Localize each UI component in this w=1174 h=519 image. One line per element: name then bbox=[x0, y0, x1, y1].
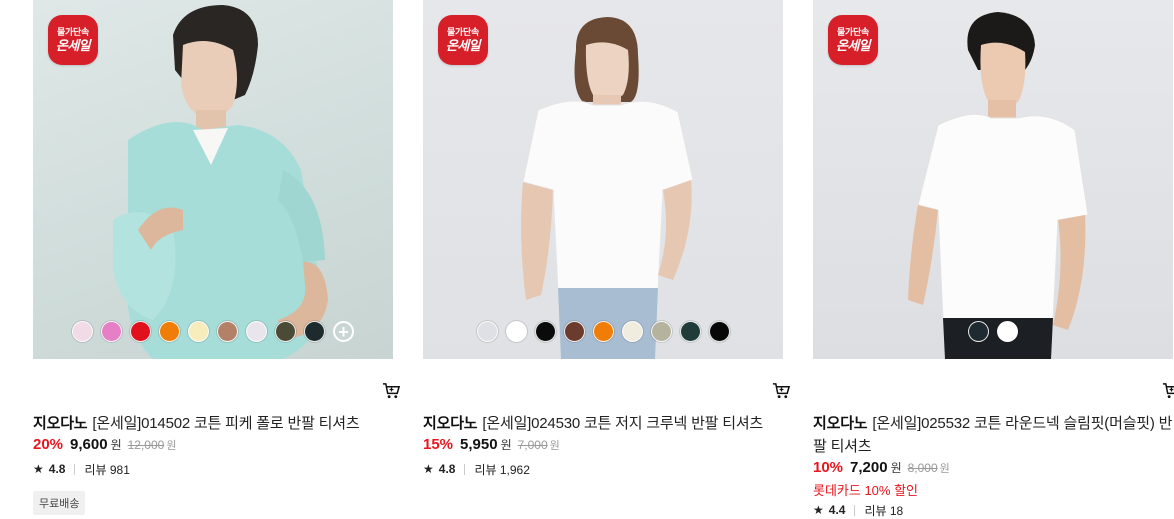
review-count: 리뷰 981 bbox=[84, 462, 130, 477]
badge-line2: 온세일 bbox=[55, 38, 91, 53]
free-shipping-tag: 무료배송 bbox=[33, 491, 86, 515]
rating-row: ★ 4.8 리뷰 981 bbox=[33, 461, 393, 477]
divider bbox=[74, 463, 76, 475]
product-image[interactable]: 물가단속 온세일 bbox=[423, 0, 783, 359]
color-swatch[interactable] bbox=[217, 321, 238, 342]
color-swatch[interactable] bbox=[968, 321, 989, 342]
color-swatch[interactable] bbox=[621, 321, 643, 342]
color-swatch[interactable] bbox=[72, 321, 93, 342]
currency-unit: 원 bbox=[500, 438, 512, 452]
review-count: 리뷰 1,962 bbox=[474, 462, 530, 477]
cart-icon[interactable] bbox=[772, 381, 791, 400]
color-swatch[interactable] bbox=[246, 321, 267, 342]
badge-line1: 물가단속 bbox=[57, 27, 89, 37]
product-title[interactable]: 지오다노 [온세일]025532 코튼 라운드넥 슬림핏(머슬핏) 반팔 티셔츠 bbox=[813, 412, 1173, 458]
original-price: 7,000 bbox=[517, 438, 548, 452]
sale-price: 7,200 bbox=[850, 459, 888, 476]
product-image[interactable]: 물가단속 온세일 + bbox=[33, 0, 393, 359]
color-swatch[interactable] bbox=[188, 321, 209, 342]
color-swatch[interactable] bbox=[159, 321, 180, 342]
color-swatch[interactable] bbox=[101, 321, 122, 342]
color-swatches bbox=[423, 321, 783, 342]
divider bbox=[854, 504, 856, 516]
onsale-badge: 물가단속 온세일 bbox=[48, 15, 98, 65]
color-swatch[interactable] bbox=[708, 321, 730, 342]
price-row: 20% 9,600 원 12,000 원 bbox=[33, 436, 393, 458]
color-swatch[interactable] bbox=[275, 321, 296, 342]
product-title[interactable]: 지오다노 [온세일]014502 코튼 피케 폴로 반팔 티셔츠 bbox=[33, 412, 393, 435]
color-swatch[interactable] bbox=[304, 321, 325, 342]
rating-row: ★ 4.4 리뷰 18 bbox=[813, 502, 1173, 518]
product-card[interactable]: 물가단속 온세일 지오다노 [온세일]024530 코튼 저지 크루넥 반팔 티셔… bbox=[423, 0, 791, 477]
sale-price: 9,600 bbox=[70, 436, 108, 453]
product-title[interactable]: 지오다노 [온세일]024530 코튼 저지 크루넥 반팔 티셔츠 bbox=[423, 412, 783, 435]
color-swatches bbox=[813, 321, 1173, 342]
color-swatch[interactable] bbox=[130, 321, 151, 342]
discount-rate: 10% bbox=[813, 459, 844, 476]
discount-rate: 15% bbox=[423, 436, 454, 453]
badge-line1: 물가단속 bbox=[447, 27, 479, 37]
original-price: 8,000 bbox=[907, 461, 938, 475]
star-icon: ★ bbox=[813, 503, 824, 517]
color-swatch[interactable] bbox=[679, 321, 701, 342]
discount-rate: 20% bbox=[33, 436, 64, 453]
price-row: 15% 5,950 원 7,000 원 bbox=[423, 436, 783, 458]
badge-line2: 온세일 bbox=[835, 38, 871, 53]
original-price: 12,000 bbox=[127, 438, 165, 452]
rating-score: 4.4 bbox=[828, 503, 846, 517]
star-icon: ★ bbox=[423, 462, 434, 476]
product-image[interactable]: 물가단속 온세일 bbox=[813, 0, 1173, 359]
sale-price: 5,950 bbox=[460, 436, 498, 453]
color-swatches: + bbox=[33, 321, 393, 342]
product-card[interactable]: 물가단속 온세일 + 지오다노 [온세일]014502 코튼 피케 폴로 반팔 티… bbox=[33, 0, 401, 515]
brand-name: 지오다노 bbox=[813, 415, 868, 432]
rating-score: 4.8 bbox=[438, 462, 456, 476]
review-count: 리뷰 18 bbox=[864, 503, 904, 518]
color-swatch[interactable] bbox=[534, 321, 556, 342]
product-name: [온세일]014502 코튼 피케 폴로 반팔 티셔츠 bbox=[92, 415, 360, 432]
onsale-badge: 물가단속 온세일 bbox=[828, 15, 878, 65]
color-swatch[interactable] bbox=[592, 321, 614, 342]
rating-row: ★ 4.8 리뷰 1,962 bbox=[423, 461, 783, 477]
currency-unit: 원 bbox=[939, 463, 950, 475]
card-discount-promo: 롯데카드 10% 할인 bbox=[813, 483, 919, 498]
badge-line2: 온세일 bbox=[445, 38, 481, 53]
color-swatch[interactable] bbox=[997, 321, 1018, 342]
rating-score: 4.8 bbox=[48, 462, 66, 476]
currency-unit: 원 bbox=[110, 438, 122, 452]
color-swatch[interactable] bbox=[563, 321, 585, 342]
brand-name: 지오다노 bbox=[33, 415, 88, 432]
product-card[interactable]: 물가단속 온세일 지오다노 [온세일]025532 코튼 라운드넥 슬림핏(머슬핏… bbox=[813, 0, 1174, 518]
color-swatch[interactable] bbox=[476, 321, 498, 342]
color-swatch[interactable] bbox=[505, 321, 527, 342]
currency-unit: 원 bbox=[166, 440, 177, 452]
cart-icon[interactable] bbox=[1162, 381, 1174, 400]
color-swatch[interactable] bbox=[650, 321, 672, 342]
product-name: [온세일]024530 코튼 저지 크루넥 반팔 티셔츠 bbox=[482, 415, 764, 432]
plus-circle-icon[interactable]: + bbox=[333, 321, 354, 342]
brand-name: 지오다노 bbox=[423, 415, 478, 432]
divider bbox=[464, 463, 466, 475]
onsale-badge: 물가단속 온세일 bbox=[438, 15, 488, 65]
currency-unit: 원 bbox=[890, 461, 902, 475]
cart-icon[interactable] bbox=[382, 381, 401, 400]
currency-unit: 원 bbox=[549, 440, 560, 452]
price-row: 10% 7,200 원 8,000 원 bbox=[813, 459, 1173, 481]
badge-line1: 물가단속 bbox=[837, 27, 869, 37]
star-icon: ★ bbox=[33, 462, 44, 476]
